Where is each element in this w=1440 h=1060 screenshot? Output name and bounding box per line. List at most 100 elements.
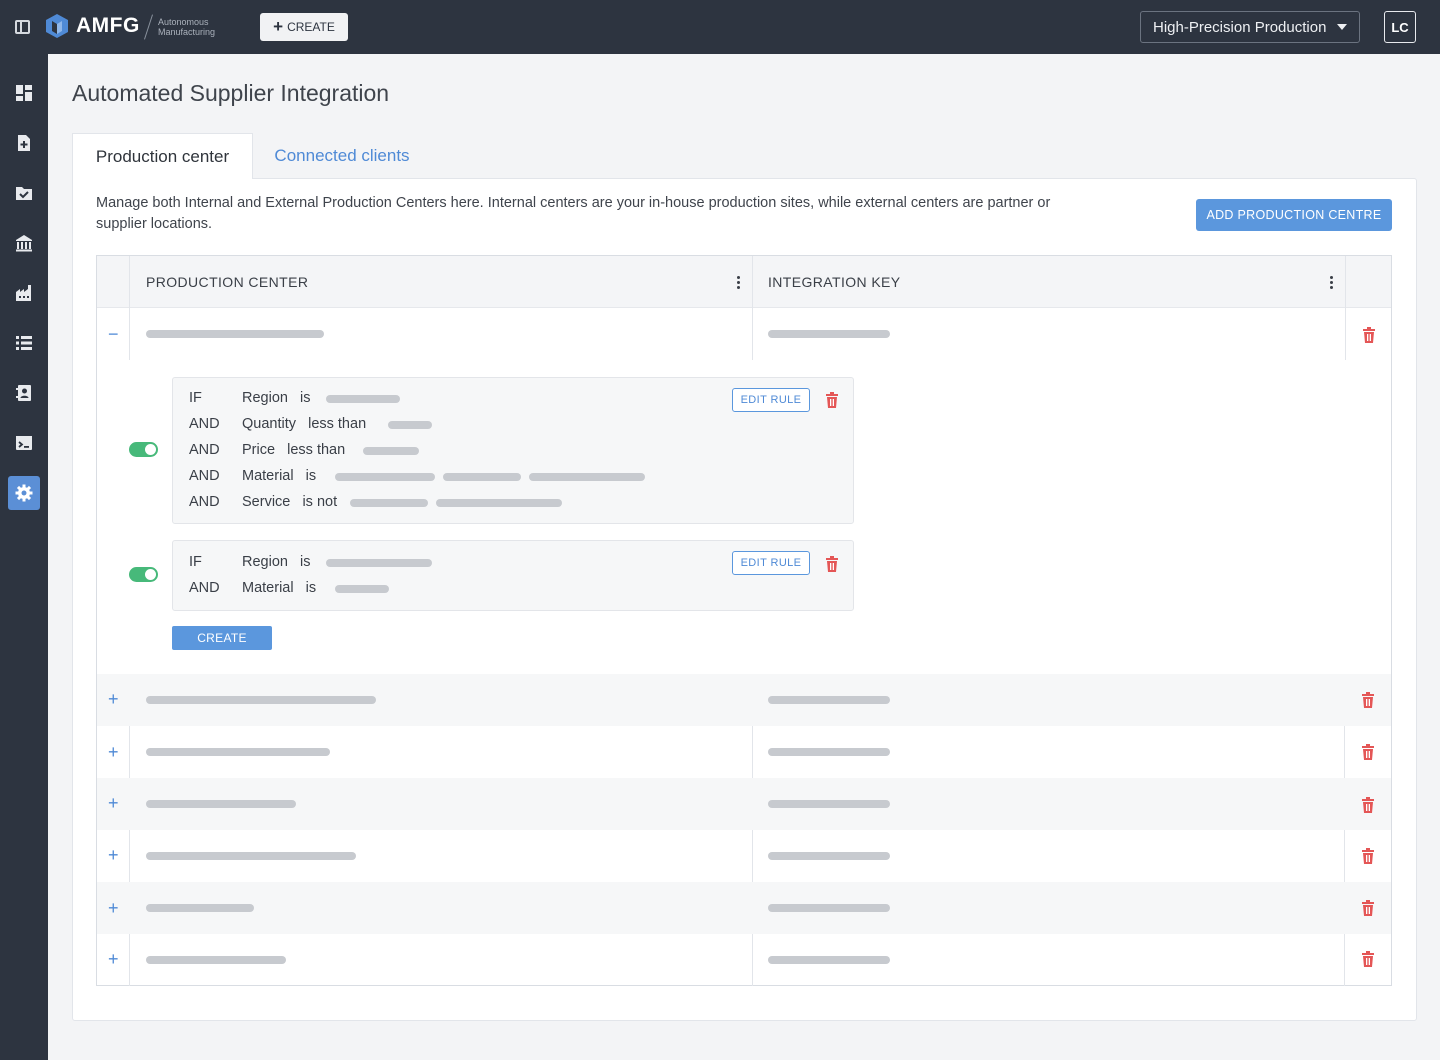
nav-settings[interactable] [8,476,40,510]
condition-field: Service is not [242,494,338,510]
brand-name: AMFG [76,14,140,37]
trash-icon[interactable] [1361,951,1375,967]
trash-icon[interactable] [1362,327,1376,343]
trash-icon[interactable] [1361,744,1375,760]
trash-icon[interactable] [1361,848,1375,864]
trash-icon[interactable] [825,556,839,572]
condition-keyword: AND [189,416,220,432]
dashboard-icon [16,85,32,101]
nav-suppliers[interactable] [8,226,40,260]
table-row[interactable]: + [97,882,1391,934]
create-rule-button[interactable]: CREATE [172,626,272,650]
nav-dashboard[interactable] [8,76,40,110]
amfg-logo-icon [46,14,68,38]
building-icon [16,235,32,252]
edit-rule-button[interactable]: EDIT RULE [732,388,810,412]
condition-value-placeholder [335,585,389,593]
condition-value-placeholder [350,499,428,507]
rule-1-toggle[interactable] [129,442,158,457]
table-row[interactable]: + [97,726,1391,778]
nav-contacts[interactable] [8,376,40,410]
page-title: Automated Supplier Integration [72,80,390,106]
terminal-icon [16,436,32,450]
sidebar [0,54,48,1060]
table-row[interactable]: − [97,308,1391,360]
condition-field: Region is [242,390,311,406]
integration-key-placeholder [768,956,890,964]
folder-check-icon [16,187,32,200]
expand-icon[interactable]: + [108,950,119,968]
expand-icon[interactable]: + [108,899,119,917]
rule-card: IF Region is AND Quantity less than AND … [172,377,854,524]
nav-production[interactable] [8,276,40,310]
plus-icon: + [273,16,284,36]
production-center-placeholder [146,748,330,756]
expand-icon[interactable]: + [108,743,119,761]
production-center-placeholder [146,904,254,912]
condition-keyword: IF [189,554,202,570]
production-center-placeholder [146,852,356,860]
tab-production-center[interactable]: Production center [72,133,253,179]
table-header: PRODUCTION CENTER INTEGRATION KEY [97,256,1391,308]
integration-key-placeholder [768,800,890,808]
nav-new-order[interactable] [8,126,40,160]
table-row[interactable]: + [97,830,1391,882]
production-center-placeholder [146,696,376,704]
contacts-icon [16,385,31,401]
gear-icon [15,484,33,502]
column-header-integration-key[interactable]: INTEGRATION KEY [768,256,901,308]
table-row[interactable]: + [97,674,1391,726]
condition-keyword: AND [189,468,220,484]
condition-value-placeholder [529,473,645,481]
integration-key-placeholder [768,748,890,756]
condition-value-placeholder [326,395,400,403]
create-button[interactable]: + CREATE [260,13,348,41]
create-button-label: CREATE [287,20,335,34]
kebab-menu-icon[interactable] [1330,276,1334,290]
expand-icon[interactable]: + [108,846,119,864]
nav-integrations[interactable] [8,426,40,460]
kebab-menu-icon[interactable] [737,276,741,290]
brand-subtitle: Autonomous Manufacturing [158,17,216,37]
condition-keyword: AND [189,580,220,596]
expand-icon[interactable]: + [108,794,119,812]
tab-connected-clients[interactable]: Connected clients [253,133,431,179]
condition-value-placeholder [436,499,562,507]
table-row[interactable]: + [97,934,1391,986]
table-row[interactable]: + [97,778,1391,830]
trash-icon[interactable] [825,392,839,408]
condition-field: Quantity less than [242,416,367,432]
rule-card: IF Region is AND Material is EDIT RULE [172,540,854,611]
production-center-placeholder [146,956,286,964]
panel-toggle-icon[interactable] [15,20,30,34]
workspace-select-value: High-Precision Production [1153,18,1327,36]
add-production-centre-button[interactable]: ADD PRODUCTION CENTRE [1196,199,1392,231]
trash-icon[interactable] [1361,900,1375,916]
integration-key-placeholder [768,852,890,860]
production-center-placeholder [146,800,296,808]
trash-icon[interactable] [1361,692,1375,708]
nav-orders[interactable] [8,176,40,210]
column-header-production-center[interactable]: PRODUCTION CENTER [146,256,308,308]
condition-keyword: IF [189,390,202,406]
condition-value-placeholder [335,473,435,481]
integration-key-placeholder [768,904,890,912]
production-center-placeholder [146,330,324,338]
user-avatar[interactable]: LC [1384,11,1416,43]
condition-value-placeholder [363,447,419,455]
nav-list[interactable] [8,326,40,360]
top-bar: AMFG Autonomous Manufacturing + CREATE H… [0,0,1440,54]
rule-2-toggle[interactable] [129,567,158,582]
condition-keyword: AND [189,494,220,510]
edit-rule-button[interactable]: EDIT RULE [732,551,810,575]
workspace-select[interactable]: High-Precision Production [1140,11,1360,43]
page-description: Manage both Internal and External Produc… [96,195,1051,232]
trash-icon[interactable] [1361,797,1375,813]
brand-divider [144,14,153,40]
collapse-icon[interactable]: − [108,325,119,343]
condition-field: Region is [242,554,311,570]
list-icon [16,336,32,350]
expand-icon[interactable]: + [108,690,119,708]
integration-key-placeholder [768,696,890,704]
production-centers-table: PRODUCTION CENTER INTEGRATION KEY − + + … [96,255,1392,986]
